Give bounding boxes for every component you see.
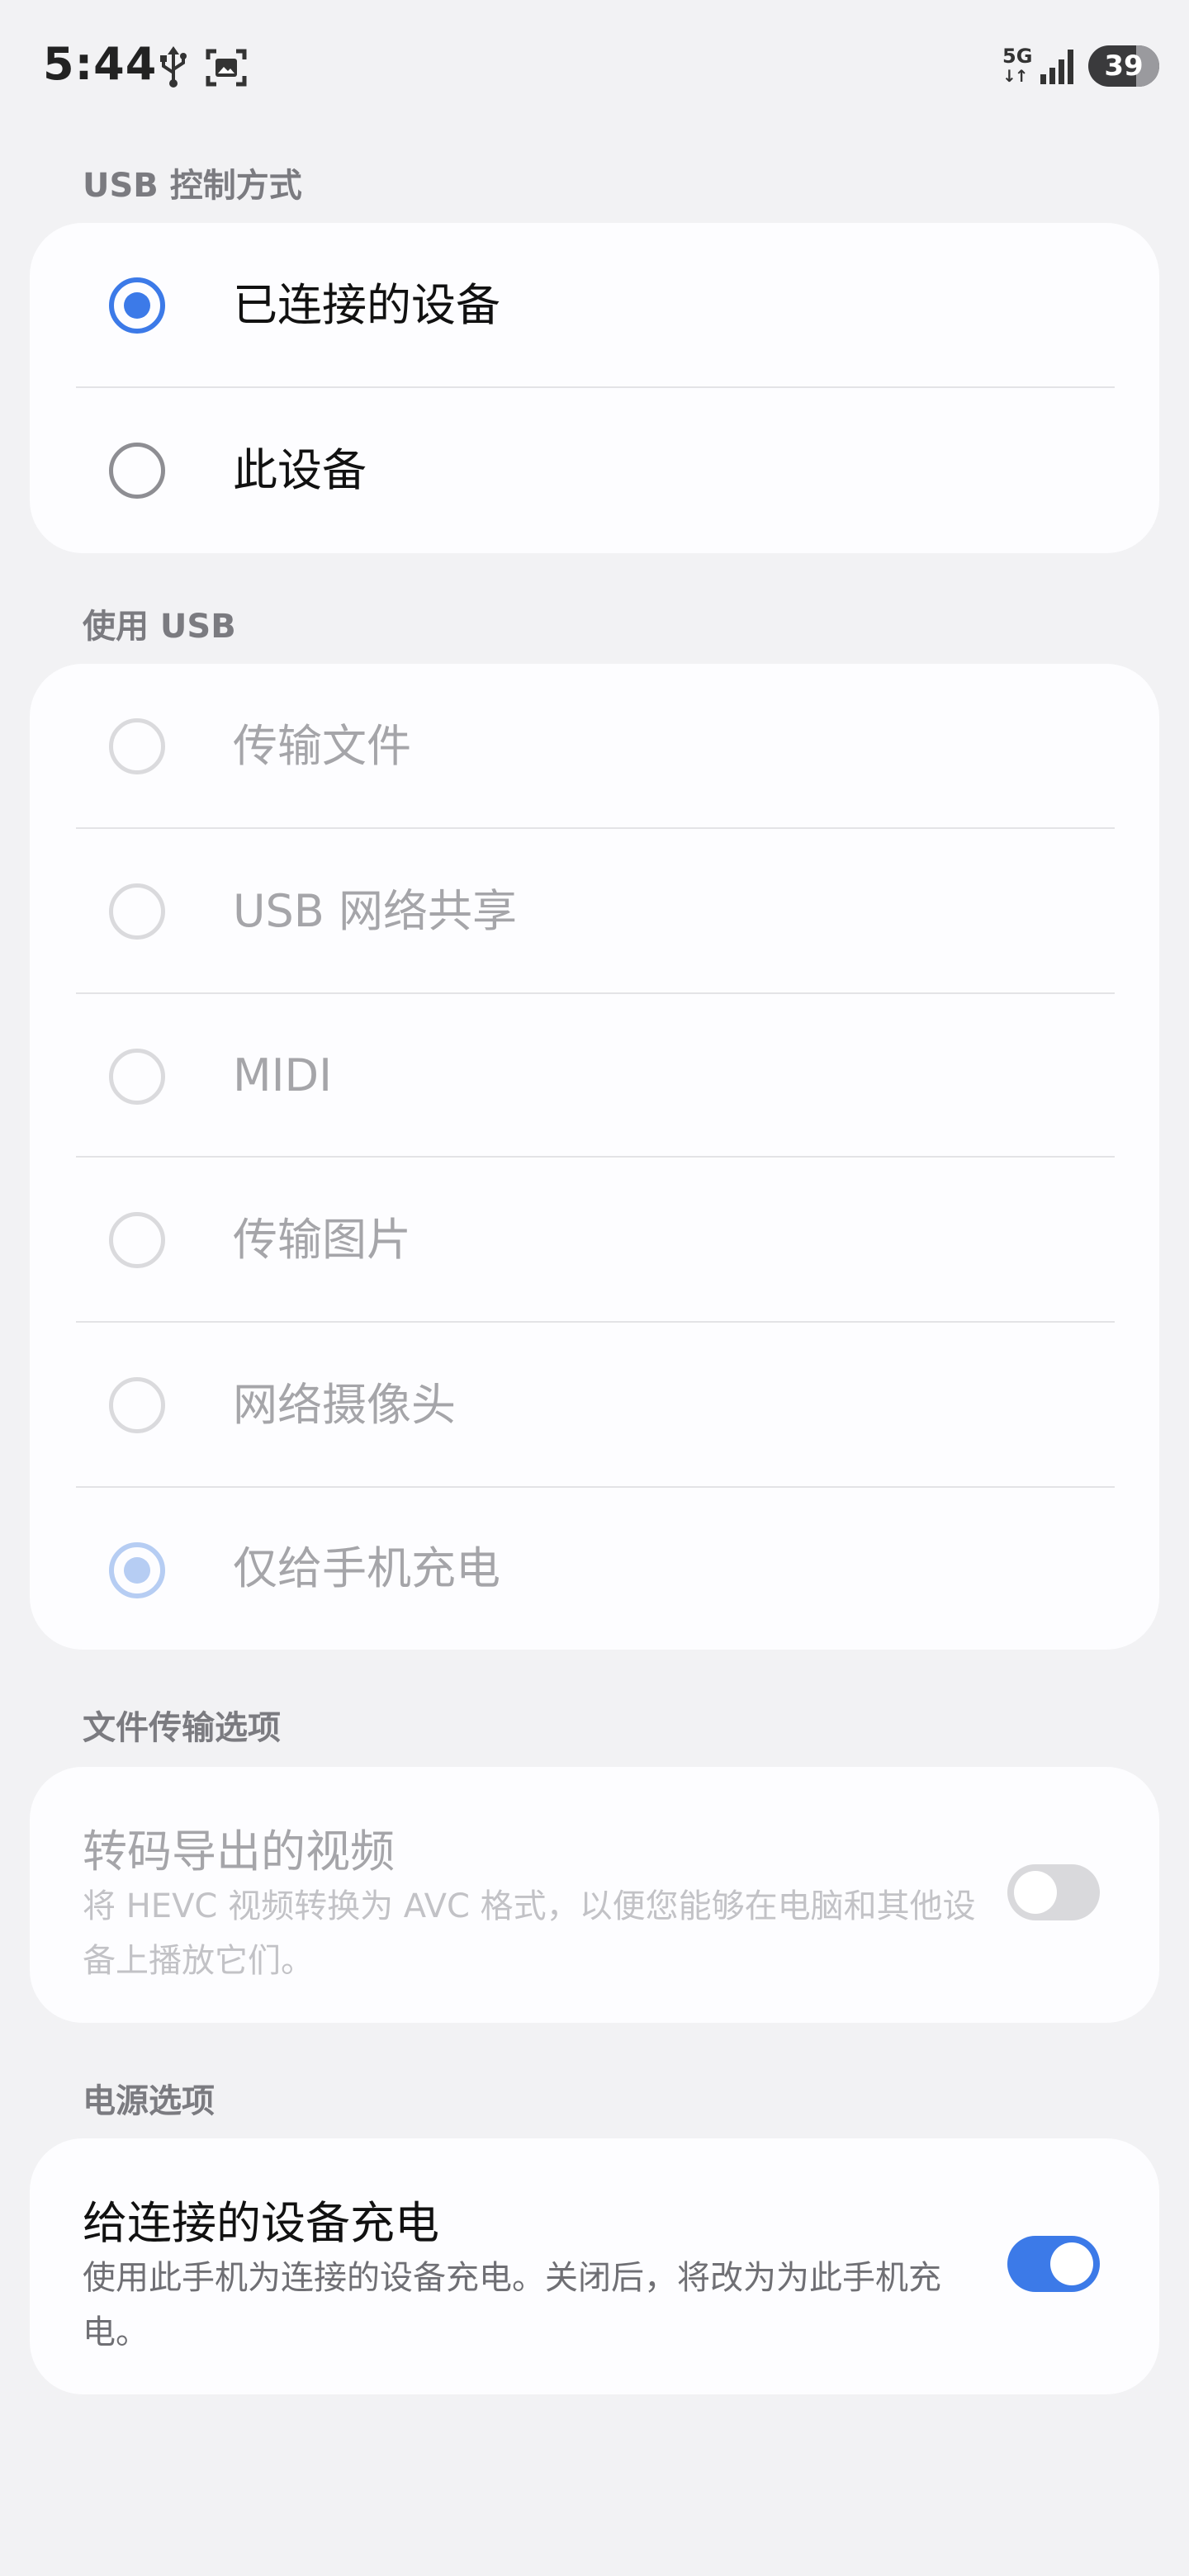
usb-control-header: USB 控制方式 (83, 167, 302, 205)
battery-icon: 39 (1088, 45, 1159, 87)
signal-icon (1040, 50, 1073, 84)
radio-unselected-icon[interactable] (109, 443, 165, 499)
option-label: 传输文件 (233, 720, 411, 772)
network-type-indicator: 5G ↓↑ (1002, 46, 1034, 89)
use-usb-card: 传输文件 USB 网络共享 MIDI 传输图片 网络摄像头 仅给手机充电 (30, 664, 1159, 1650)
option-label: 仅给手机充电 (233, 1542, 500, 1594)
radio-unselected-icon[interactable] (109, 1049, 165, 1105)
setting-title: 给连接的设备充电 (83, 2197, 439, 2249)
radio-unselected-icon[interactable] (109, 883, 165, 940)
use-usb-option-charge-only[interactable]: 仅给手机充电 (30, 1488, 1159, 1650)
radio-unselected-icon[interactable] (109, 718, 165, 774)
option-label: USB 网络共享 (233, 885, 518, 937)
use-usb-option-usb-tethering[interactable]: USB 网络共享 (30, 829, 1159, 994)
option-label: 传输图片 (233, 1214, 411, 1266)
battery-level: 39 (1104, 50, 1144, 83)
network-label: 5G (1002, 45, 1033, 68)
radio-selected-icon[interactable] (109, 277, 165, 334)
use-usb-option-midi[interactable]: MIDI (30, 994, 1159, 1158)
radio-unselected-icon[interactable] (109, 1212, 165, 1268)
usb-control-option-connected-device[interactable]: 已连接的设备 (30, 223, 1159, 388)
usb-control-card: 已连接的设备 此设备 (30, 223, 1159, 553)
data-arrows-icon: ↓↑ (1002, 66, 1029, 86)
option-label: 已连接的设备 (233, 279, 500, 331)
option-label: MIDI (233, 1049, 333, 1101)
radio-unselected-icon[interactable] (109, 1377, 165, 1433)
status-bar: 5:44 5G ↓↑ 39 (0, 0, 1189, 132)
charge-connected-device-setting[interactable]: 给连接的设备充电 使用此手机为连接的设备充电。关闭后，将改为为此手机充电。 (30, 2138, 1159, 2394)
setting-description: 将 HEVC 视频转换为 AVC 格式，以便您能够在电脑和其他设备上播放它们。 (83, 1887, 976, 1980)
option-label: 此设备 (233, 444, 367, 496)
use-usb-option-webcam[interactable]: 网络摄像头 (30, 1323, 1159, 1488)
screenshot-icon (206, 49, 247, 87)
radio-selected-icon[interactable] (109, 1542, 165, 1598)
status-time: 5:44 (43, 38, 158, 90)
transcode-video-toggle[interactable] (1007, 1864, 1100, 1920)
option-label: 网络摄像头 (233, 1379, 456, 1431)
transcode-video-setting[interactable]: 转码导出的视频 将 HEVC 视频转换为 AVC 格式，以便您能够在电脑和其他设… (30, 1767, 1159, 2023)
use-usb-option-transfer-files[interactable]: 传输文件 (30, 664, 1159, 829)
use-usb-header: 使用 USB (83, 608, 236, 646)
setting-description: 使用此手机为连接的设备充电。关闭后，将改为为此手机充电。 (83, 2259, 941, 2351)
use-usb-option-transfer-images[interactable]: 传输图片 (30, 1158, 1159, 1323)
power-options-header: 电源选项 (83, 2082, 215, 2120)
file-transfer-header: 文件传输选项 (83, 1709, 281, 1747)
usb-control-option-this-device[interactable]: 此设备 (30, 388, 1159, 553)
charge-connected-device-toggle[interactable] (1007, 2236, 1100, 2292)
usb-icon (160, 46, 187, 88)
setting-title: 转码导出的视频 (83, 1825, 395, 1878)
